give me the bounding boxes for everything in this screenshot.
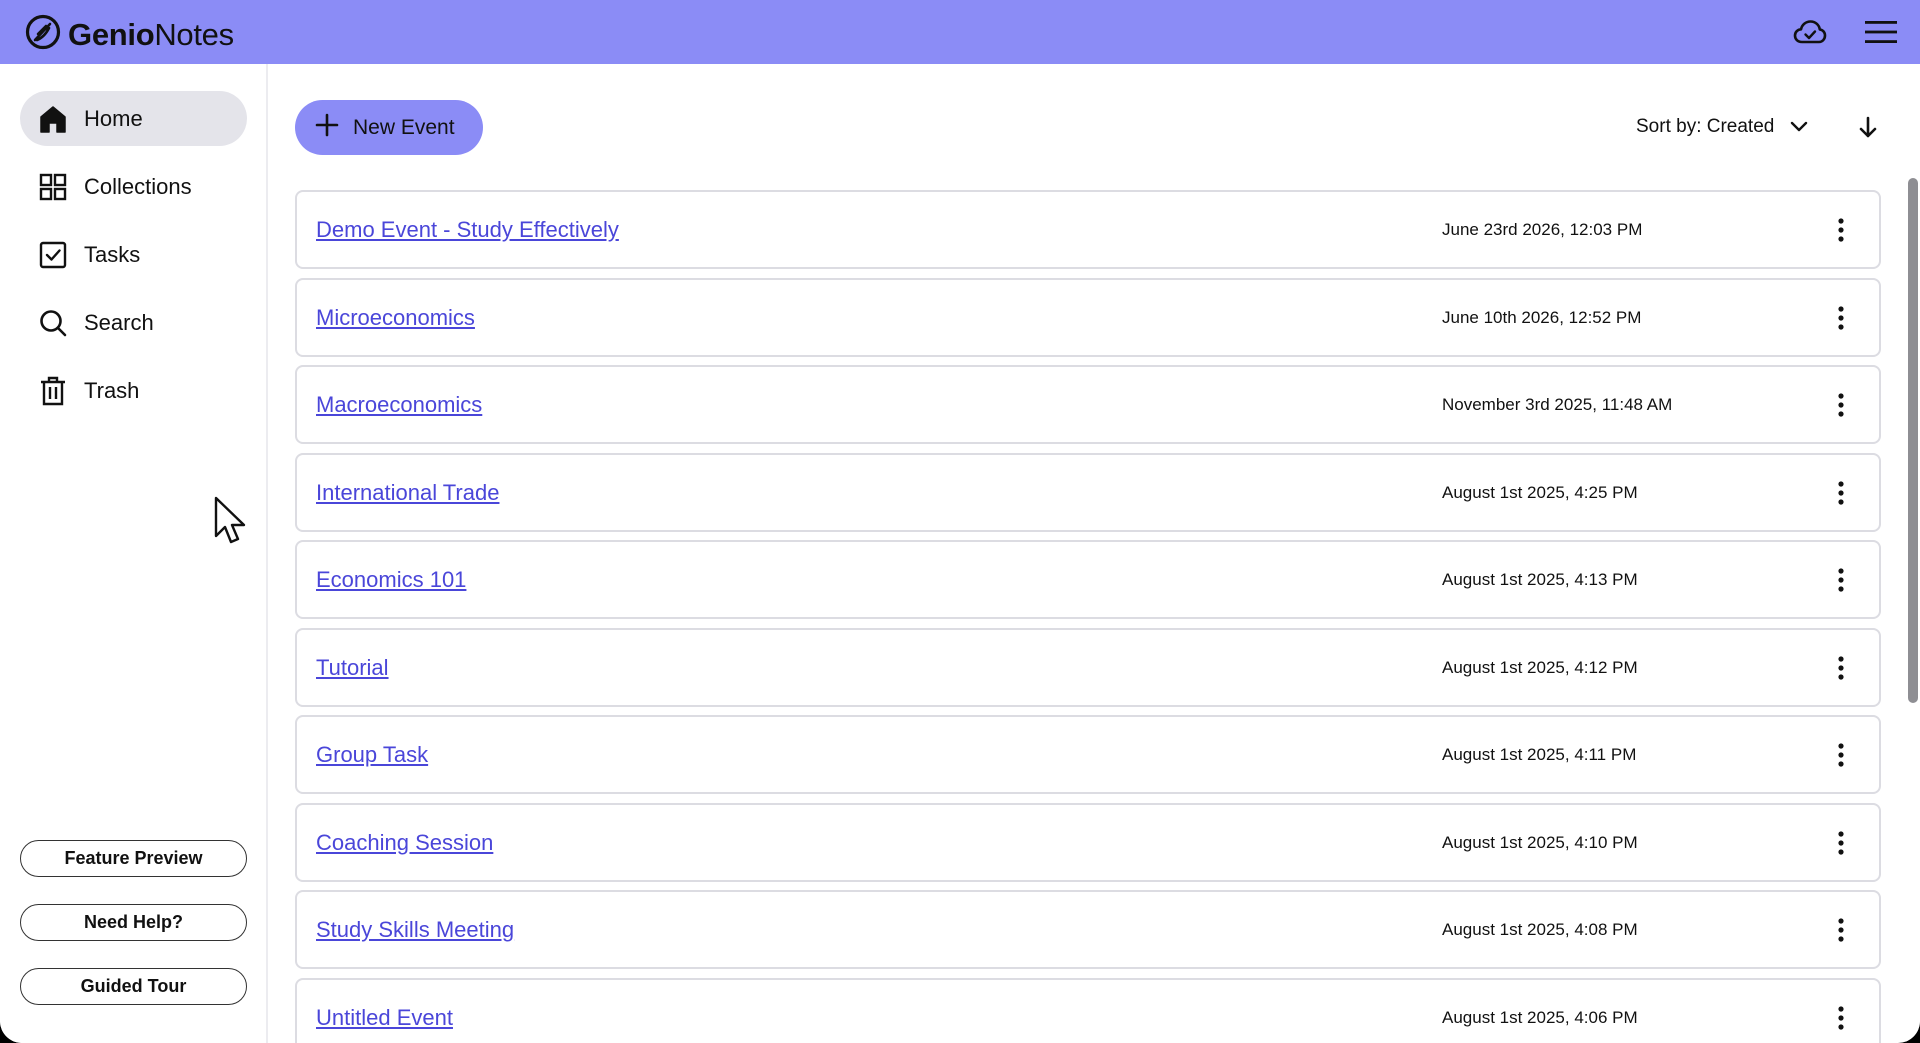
sidebar-item-collections[interactable]: Collections — [20, 159, 247, 214]
grid-icon — [38, 172, 68, 202]
event-date: June 10th 2026, 12:52 PM — [1442, 307, 1642, 327]
checkbox-icon — [38, 240, 68, 270]
cloud-sync-icon[interactable] — [1793, 16, 1827, 48]
more-options-icon[interactable] — [1829, 914, 1853, 946]
sidebar-item-label: Home — [84, 105, 143, 131]
brand-name: GenioNotes — [68, 16, 234, 52]
sidebar-item-trash[interactable]: Trash — [20, 363, 247, 418]
event-date: August 1st 2025, 4:12 PM — [1442, 657, 1638, 677]
scrollbar-thumb[interactable] — [1908, 178, 1918, 703]
event-date: August 1st 2025, 4:06 PM — [1442, 1007, 1638, 1027]
event-date: August 1st 2025, 4:10 PM — [1442, 832, 1638, 852]
event-row: Group Task August 1st 2025, 4:11 PM — [295, 715, 1881, 794]
trash-icon — [38, 376, 68, 406]
sidebar-item-label: Tasks — [84, 241, 141, 267]
chevron-down-icon — [1790, 121, 1808, 133]
menu-icon[interactable] — [1864, 16, 1898, 48]
feature-preview-button[interactable]: Feature Preview — [20, 840, 247, 877]
new-event-label: New Event — [353, 115, 455, 139]
sidebar-item-label: Trash — [84, 377, 140, 403]
more-options-icon[interactable] — [1829, 739, 1853, 771]
more-options-icon[interactable] — [1829, 477, 1853, 509]
event-date: August 1st 2025, 4:08 PM — [1442, 920, 1638, 939]
sidebar-item-search[interactable]: Search — [20, 295, 247, 350]
event-title-link[interactable]: Untitled Event — [316, 980, 453, 1043]
guided-tour-button[interactable]: Guided Tour — [20, 968, 247, 1005]
sidebar-item-label: Collections — [84, 173, 192, 199]
home-icon — [38, 104, 68, 134]
event-row: Study Skills Meeting August 1st 2025, 4:… — [295, 890, 1881, 969]
sort-dropdown[interactable]: Sort by: Created — [1636, 112, 1808, 142]
sort-label: Sort by: Created — [1636, 116, 1775, 137]
event-date: November 3rd 2025, 11:48 AM — [1442, 395, 1673, 414]
event-row: Untitled Event August 1st 2025, 4:06 PM — [295, 977, 1881, 1043]
event-title-link[interactable]: Demo Event - Study Effectively — [316, 192, 619, 267]
app-window: GenioNotes Home Collections Tasks Search… — [0, 0, 1920, 1043]
logo-icon — [24, 13, 62, 56]
brand-logo[interactable]: GenioNotes — [24, 13, 234, 56]
event-row: Demo Event - Study Effectively June 23rd… — [295, 190, 1881, 269]
top-header: GenioNotes — [0, 0, 1920, 64]
search-icon — [38, 308, 68, 338]
event-date: August 1st 2025, 4:25 PM — [1442, 482, 1638, 502]
event-title-link[interactable]: Microeconomics — [316, 280, 475, 355]
sidebar-item-label: Search — [84, 309, 154, 335]
event-date: June 23rd 2026, 12:03 PM — [1442, 220, 1643, 239]
event-title-link[interactable]: Tutorial — [316, 630, 389, 705]
event-title-link[interactable]: International Trade — [316, 455, 499, 530]
sort-direction-arrow-down-icon[interactable] — [1856, 112, 1880, 142]
need-help-button[interactable]: Need Help? — [20, 904, 247, 941]
sidebar: Home Collections Tasks Search Trash Feat… — [0, 64, 268, 1043]
event-title-link[interactable]: Coaching Session — [316, 805, 493, 880]
event-row: Microeconomics June 10th 2026, 12:52 PM — [295, 277, 1881, 357]
event-date: August 1st 2025, 4:13 PM — [1442, 570, 1638, 589]
event-row: Coaching Session August 1st 2025, 4:10 P… — [295, 802, 1881, 882]
sidebar-item-home[interactable]: Home — [20, 91, 247, 146]
sidebar-item-tasks[interactable]: Tasks — [20, 227, 247, 282]
mouse-pointer-icon — [214, 496, 248, 551]
event-title-link[interactable]: Economics 101 — [316, 542, 466, 617]
new-event-button[interactable]: New Event — [295, 100, 483, 155]
event-title-link[interactable]: Study Skills Meeting — [316, 892, 514, 967]
more-options-icon[interactable] — [1829, 214, 1853, 246]
event-row: Economics 101 August 1st 2025, 4:13 PM — [295, 540, 1881, 619]
more-options-icon[interactable] — [1829, 302, 1853, 334]
event-row: Macroeconomics November 3rd 2025, 11:48 … — [295, 365, 1881, 444]
more-options-icon[interactable] — [1829, 389, 1853, 421]
event-row: Tutorial August 1st 2025, 4:12 PM — [295, 627, 1881, 707]
event-title-link[interactable]: Macroeconomics — [316, 367, 482, 442]
event-row: International Trade August 1st 2025, 4:2… — [295, 452, 1881, 532]
more-options-icon[interactable] — [1829, 652, 1853, 684]
plus-icon — [315, 113, 339, 142]
event-title-link[interactable]: Group Task — [316, 717, 428, 792]
more-options-icon[interactable] — [1829, 827, 1853, 859]
more-options-icon[interactable] — [1829, 1002, 1853, 1034]
event-date: August 1st 2025, 4:11 PM — [1442, 745, 1637, 764]
more-options-icon[interactable] — [1829, 564, 1853, 596]
